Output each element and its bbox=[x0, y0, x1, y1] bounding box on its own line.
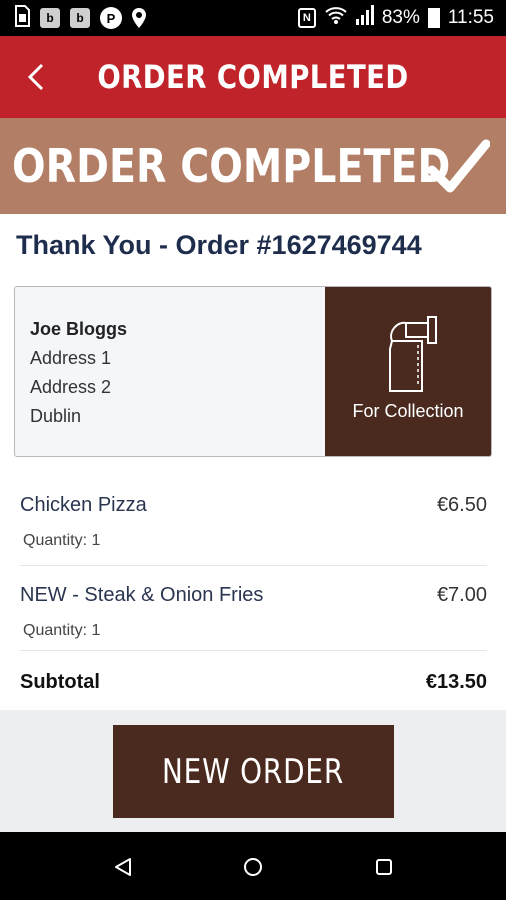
sim-card-icon bbox=[14, 4, 30, 32]
app-bar-title: ORDER COMPLETED bbox=[97, 58, 409, 96]
status-right-icons: N 83% 11:55 bbox=[297, 0, 494, 36]
item-name: Chicken Pizza bbox=[20, 494, 147, 516]
new-order-label: NEW ORDER bbox=[162, 751, 345, 792]
battery-icon bbox=[427, 8, 440, 28]
collection-panel: For Collection bbox=[325, 287, 491, 456]
nav-recents-square-icon bbox=[376, 859, 392, 875]
address-line-1: Address 1 bbox=[30, 348, 112, 368]
takeaway-bag-icon bbox=[389, 316, 437, 392]
order-completed-screen: b b P N 83% 11:55 ORDER COMPLETED ORDER … bbox=[0, 0, 506, 900]
banner-title: ORDER COMPLETED bbox=[12, 139, 451, 193]
location-pin-icon bbox=[132, 8, 146, 28]
address-card: Joe Bloggs Address 1 Address 2 Dublin Fo… bbox=[14, 286, 492, 457]
footer: NEW ORDER bbox=[0, 710, 506, 832]
subtotal-value: €13.50 bbox=[425, 671, 487, 693]
order-completed-banner: ORDER COMPLETED bbox=[0, 118, 506, 214]
nav-recents-button[interactable] bbox=[367, 850, 401, 884]
item-price: €7.00 bbox=[436, 584, 487, 606]
p-notification-icon: P bbox=[100, 7, 122, 29]
item-price: €6.50 bbox=[436, 494, 487, 516]
checkmark-icon bbox=[428, 139, 490, 193]
clock: 11:55 bbox=[447, 7, 494, 28]
back-chevron-icon bbox=[27, 63, 44, 91]
app-bar: ORDER COMPLETED bbox=[0, 36, 506, 118]
b-notification-icon: b bbox=[40, 8, 60, 28]
address-block: Joe Bloggs Address 1 Address 2 Dublin bbox=[30, 315, 127, 431]
item-quantity: Quantity: 1 bbox=[23, 622, 101, 639]
nav-home-button[interactable] bbox=[236, 850, 270, 884]
navigation-bar bbox=[0, 832, 506, 900]
battery-percent: 83% bbox=[381, 7, 420, 28]
nav-home-circle-icon bbox=[244, 858, 262, 876]
status-left-icons: b b P bbox=[0, 4, 146, 32]
b-notification-icon: b bbox=[70, 8, 90, 28]
collection-label: For Collection bbox=[352, 401, 464, 421]
signal-icon bbox=[355, 5, 374, 31]
wifi-icon bbox=[324, 5, 348, 31]
nfc-icon: N bbox=[297, 8, 316, 28]
item-name: NEW - Steak & Onion Fries bbox=[20, 584, 264, 606]
item-divider bbox=[20, 565, 487, 566]
address-city: Dublin bbox=[30, 406, 82, 426]
item-quantity: Quantity: 1 bbox=[23, 532, 101, 549]
status-bar: b b P N 83% 11:55 bbox=[0, 0, 506, 36]
nav-back-triangle-icon bbox=[115, 858, 131, 876]
item-divider bbox=[20, 650, 487, 651]
subtotal-label: Subtotal bbox=[20, 671, 100, 693]
nav-back-button[interactable] bbox=[106, 850, 140, 884]
thank-you-heading: Thank You - Order #1627469744 bbox=[16, 230, 422, 260]
customer-name: Joe Bloggs bbox=[30, 319, 128, 339]
new-order-button[interactable]: NEW ORDER bbox=[113, 725, 394, 818]
back-button[interactable] bbox=[16, 54, 56, 100]
address-line-2: Address 2 bbox=[30, 377, 112, 397]
